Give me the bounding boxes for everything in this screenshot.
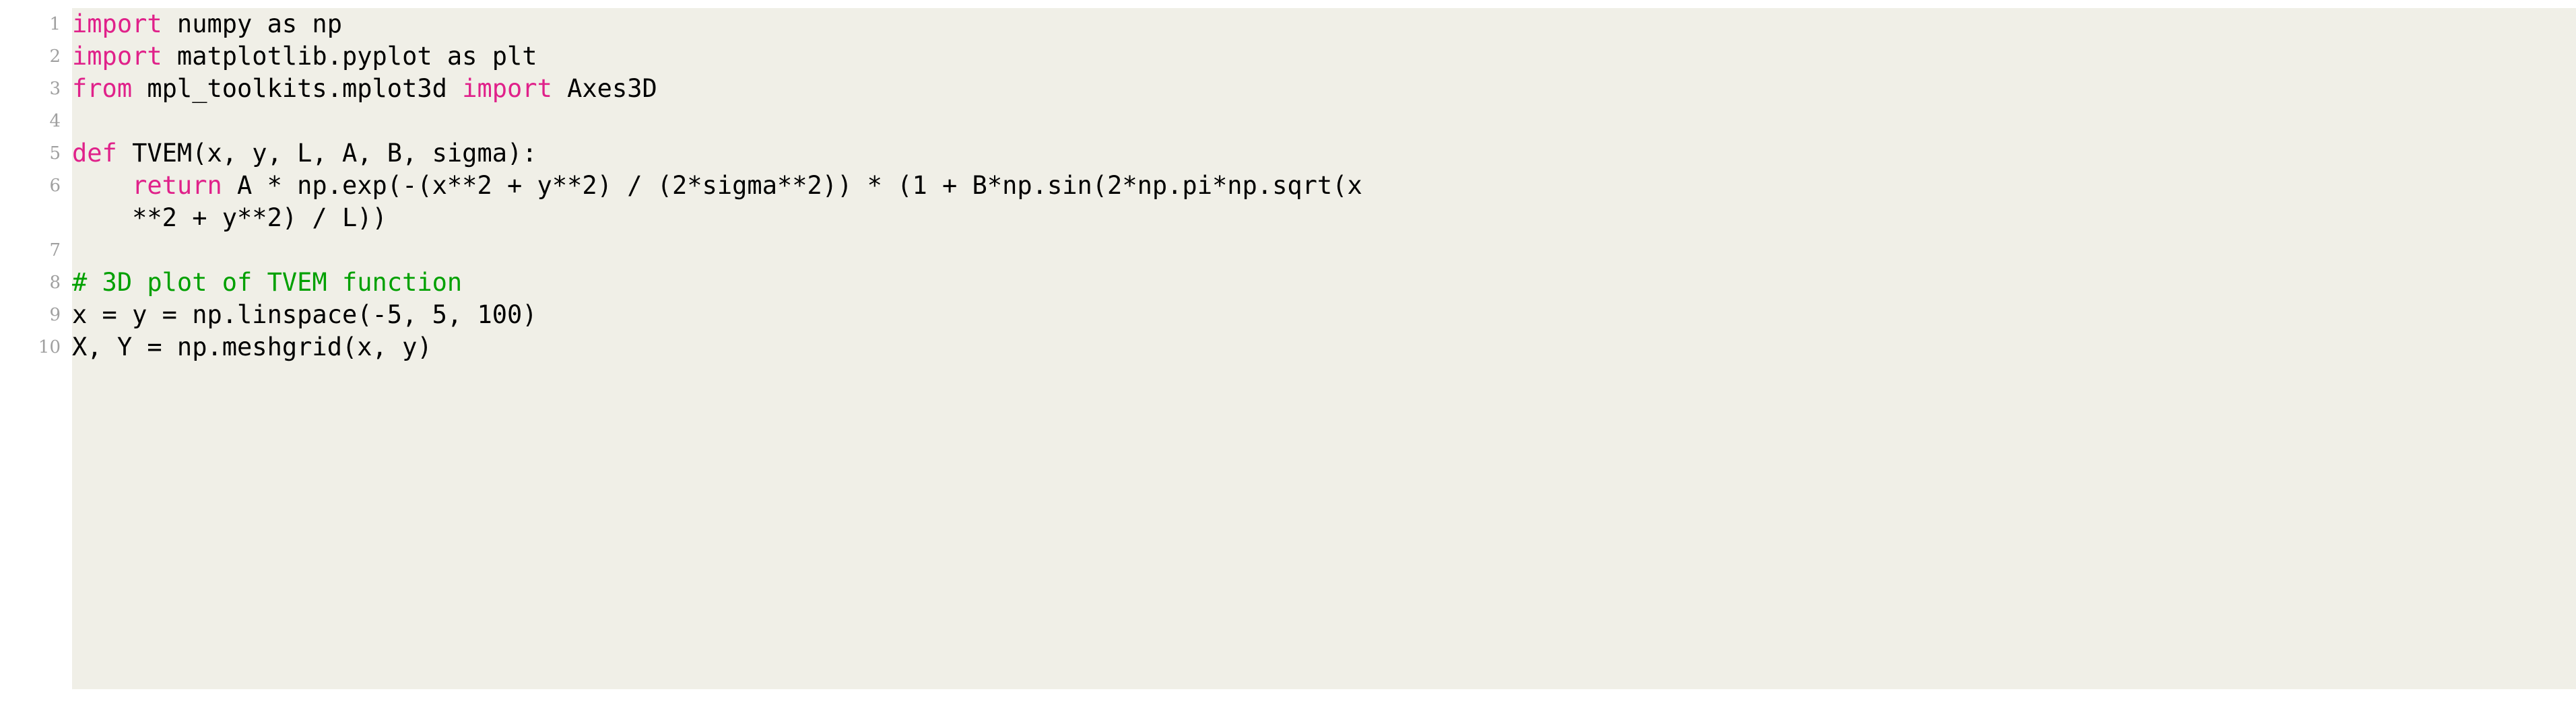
line-number: 10: [38, 337, 61, 357]
code-listing: 1 import numpy as np 2 import matplotlib.py…: [0, 0, 2576, 704]
code-line-row: 1 import numpy as np: [0, 8, 2576, 40]
code-token-kw: import: [72, 42, 162, 71]
code-token-plain: matplotlib.pyplot as plt: [162, 42, 537, 71]
code-token-kw: def: [72, 139, 117, 168]
code-line-text: from mpl_toolkits.mplot3d import Axes3D: [61, 73, 2576, 105]
line-number: 5: [49, 143, 61, 164]
code-line-row: 5 def TVEM(x, y, L, A, B, sigma):: [0, 137, 2576, 170]
code-line-row: 2 import matplotlib.pyplot as plt: [0, 40, 2576, 73]
code-token-plain: A * np.exp(-(x**2 + y**2) / (2*sigma**2)…: [222, 171, 1362, 200]
line-number: 3: [49, 79, 61, 99]
line-number: 6: [49, 176, 61, 196]
code-rows: 1 import numpy as np 2 import matplotlib.py…: [0, 8, 2576, 363]
code-line-text: import matplotlib.pyplot as plt: [61, 40, 2576, 73]
code-line-text: X, Y = np.meshgrid(x, y): [61, 331, 2576, 363]
code-line-text: def TVEM(x, y, L, A, B, sigma):: [61, 137, 2576, 170]
code-line-row: 6 return A * np.exp(-(x**2 + y**2) / (2*…: [0, 170, 2576, 202]
code-line-row: 7: [0, 234, 2576, 267]
code-token-plain: **2 + y**2) / L)): [72, 203, 387, 232]
code-token-kw: from: [72, 74, 133, 103]
code-line-row: 8 # 3D plot of TVEM function: [0, 267, 2576, 299]
code-token-kw: import: [462, 74, 552, 103]
code-token-kw: import: [72, 9, 162, 38]
code-token-plain: mpl_toolkits.mplot3d: [132, 74, 463, 103]
code-token-plain: x = y = np.linspace(-5, 5, 100): [72, 300, 537, 329]
code-token-plain: Axes3D: [552, 74, 657, 103]
code-line-row: 9 x = y = np.linspace(-5, 5, 100): [0, 299, 2576, 331]
code-token-cmt: # 3D plot of TVEM function: [72, 268, 463, 297]
line-number: 1: [49, 14, 61, 34]
line-number: 7: [49, 240, 61, 260]
code-line-row: 3 from mpl_toolkits.mplot3d import Axes3D: [0, 73, 2576, 105]
code-token-plain: X, Y = np.meshgrid(x, y): [72, 332, 432, 361]
code-line-text: **2 + y**2) / L)): [61, 202, 2576, 234]
code-token-kw: return: [132, 171, 222, 200]
line-number: 2: [49, 46, 61, 67]
code-line-text: # 3D plot of TVEM function: [61, 267, 2576, 299]
code-token-plain: TVEM(x, y, L, A, B, sigma):: [117, 139, 537, 168]
code-line-row: 10 X, Y = np.meshgrid(x, y): [0, 331, 2576, 363]
code-line-row: 4: [0, 105, 2576, 137]
line-number: 4: [49, 111, 61, 131]
code-line-text: import numpy as np: [61, 8, 2576, 40]
code-line-text: x = y = np.linspace(-5, 5, 100): [61, 299, 2576, 331]
line-number: 9: [49, 305, 61, 325]
line-number: 8: [49, 273, 61, 293]
code-line-text: return A * np.exp(-(x**2 + y**2) / (2*si…: [61, 170, 2576, 202]
code-token-plain: numpy as np: [162, 9, 342, 38]
code-continuation-row: **2 + y**2) / L)): [0, 202, 2576, 234]
